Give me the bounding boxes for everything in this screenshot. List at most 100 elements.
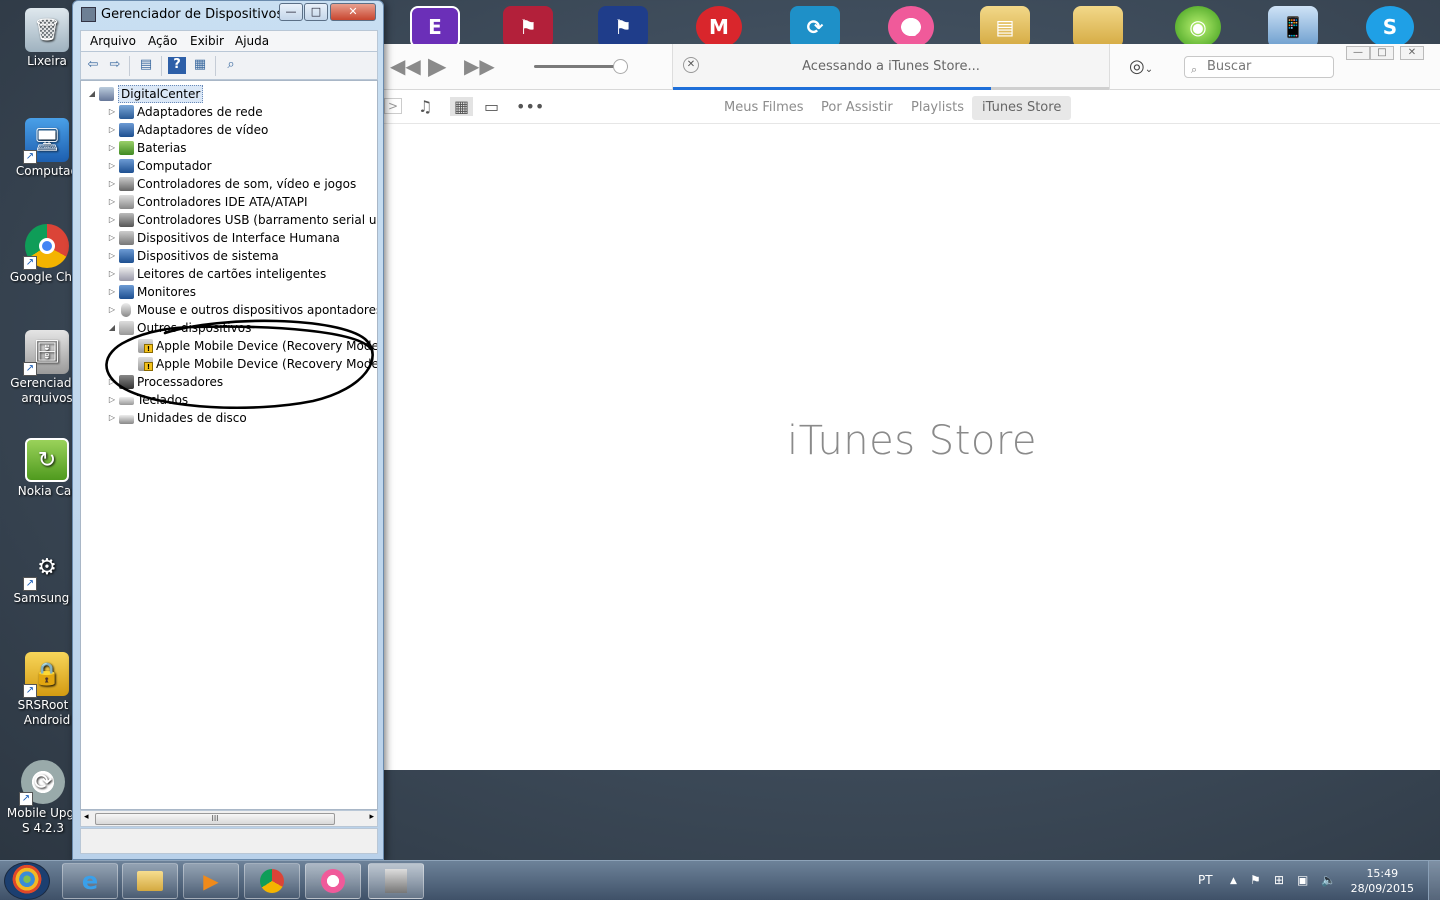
tree-item-label: Leitores de cartões inteligentes	[137, 267, 327, 281]
tab-itunes-store[interactable]: iTunes Store	[972, 96, 1072, 120]
help-icon[interactable]: ?	[168, 57, 186, 74]
start-button[interactable]	[4, 862, 50, 900]
expand-icon[interactable]: ▷	[107, 247, 117, 265]
warning-icon: !	[144, 344, 153, 353]
tab-por-assistir[interactable]: Por Assistir	[811, 96, 903, 120]
expand-icon[interactable]: ▷	[107, 157, 117, 175]
show-hidden-icons[interactable]: ▲	[1230, 876, 1237, 886]
expand-icon[interactable]: ▷	[107, 373, 117, 391]
monitor-icon	[119, 285, 134, 299]
phone-globe-icon[interactable]: 📱	[1268, 6, 1318, 48]
network-icon	[119, 105, 134, 119]
tree-item-label: Apple Mobile Device (Recovery Mode)	[156, 357, 378, 371]
tv-icon[interactable]: ▭	[484, 97, 499, 116]
scroll-left-icon[interactable]: ◂	[84, 812, 89, 822]
computer-icon: 🖥 ↗	[23, 118, 69, 164]
folder-icon[interactable]	[1073, 6, 1123, 48]
tree-item-label: Unidades de disco	[137, 411, 247, 425]
store-title: iTunes Store	[786, 418, 1038, 464]
minimize-button[interactable]: —	[1346, 46, 1370, 60]
expand-icon[interactable]: ▷	[107, 409, 117, 427]
device-manager-icon	[385, 869, 407, 893]
expand-icon[interactable]: ▷	[107, 265, 117, 283]
minimize-button[interactable]: —	[279, 3, 303, 21]
expand-icon[interactable]: ▷	[107, 283, 117, 301]
processor-icon	[119, 375, 134, 389]
more-icon[interactable]: •••	[516, 97, 544, 116]
flag-app-2-icon[interactable]: ⚑	[598, 6, 648, 48]
collapse-icon[interactable]: ◢	[107, 319, 117, 337]
back-icon[interactable]: >	[384, 98, 403, 114]
taskbar-device-manager[interactable]	[368, 863, 424, 899]
collapse-icon[interactable]: ◢	[87, 85, 97, 103]
horizontal-scrollbar[interactable]: ◂ III ▸	[80, 810, 378, 827]
taskbar-chrome[interactable]	[244, 863, 300, 899]
display-adapter-icon	[119, 123, 134, 137]
menu-acao[interactable]: Ação	[148, 34, 177, 48]
expand-icon[interactable]: ▷	[107, 103, 117, 121]
chrome-icon	[260, 869, 284, 893]
maximize-button[interactable]: □	[304, 3, 328, 21]
expand-icon[interactable]: ▷	[107, 121, 117, 139]
show-desktop-button[interactable]	[1428, 861, 1440, 900]
motorola-icon[interactable]: M	[696, 6, 742, 48]
desktop-icon-mobile-upgrade[interactable]: ⟳ ↗ Mobile Upgr S 4.2.3	[4, 760, 82, 836]
toolbar: ⇦ ⇨ ▤ ? ▦ ⌕	[80, 52, 378, 80]
expand-icon[interactable]: ▷	[107, 193, 117, 211]
menu-arquivo[interactable]: Arquivo	[90, 34, 136, 48]
maximize-button[interactable]: □	[1370, 46, 1394, 60]
scan-hardware-icon[interactable]: ⌕	[222, 57, 240, 74]
menu-ajuda[interactable]: Ajuda	[235, 34, 269, 48]
action-center-icon[interactable]: ⚑	[1250, 873, 1261, 887]
forward-arrow-icon[interactable]: ⇨	[106, 57, 124, 74]
expand-icon[interactable]: ▷	[107, 391, 117, 409]
clock[interactable]: 15:49 28/09/2015	[1351, 866, 1414, 896]
network-icon[interactable]: ▣	[1297, 873, 1308, 887]
expand-icon[interactable]: ▷	[107, 139, 117, 157]
itunes-window: ◀◀ ▶ ▶▶ ✕ Acessando a iTunes Store... ◎⌄…	[383, 44, 1440, 770]
expand-icon[interactable]: ▷	[107, 301, 117, 319]
expand-icon[interactable]: ▷	[107, 229, 117, 247]
skype-icon[interactable]: S	[1366, 6, 1414, 48]
tab-meus-filmes[interactable]: Meus Filmes	[714, 96, 814, 120]
smart-card-icon	[119, 267, 134, 281]
ide-controller-icon	[119, 195, 134, 209]
view-icon[interactable]: ▦	[191, 57, 209, 74]
close-button[interactable]: ✕	[1400, 46, 1424, 60]
movies-icon[interactable]: ▦	[450, 97, 474, 116]
language-indicator[interactable]: PT	[1198, 873, 1213, 887]
next-icon[interactable]: ▶▶	[464, 54, 495, 78]
menu-exibir[interactable]: Exibir	[190, 34, 224, 48]
volume-icon[interactable]: 🔈	[1321, 873, 1336, 887]
taskbar-explorer[interactable]	[122, 863, 178, 899]
scroll-right-icon[interactable]: ▸	[369, 812, 374, 822]
play-icon[interactable]: ▶	[428, 52, 446, 80]
expand-icon[interactable]: ▷	[107, 175, 117, 193]
scrollbar-thumb[interactable]: III	[95, 813, 335, 825]
windows-icon[interactable]: ⊞	[1274, 873, 1284, 887]
refresh-app-icon[interactable]: ⟳	[790, 6, 840, 48]
app-e-icon[interactable]: E	[410, 6, 460, 48]
taskbar-itunes[interactable]	[305, 863, 361, 899]
globe-icon[interactable]: ◉	[1175, 6, 1221, 48]
recycle-bin-icon: 🗑	[25, 8, 69, 52]
volume-knob[interactable]	[613, 59, 628, 74]
tree-item-label: Monitores	[137, 285, 196, 299]
folder-doc-icon[interactable]: ▤	[980, 6, 1030, 48]
taskbar-ie[interactable]: e	[62, 863, 118, 899]
properties-icon[interactable]: ▤	[137, 57, 155, 74]
itunes-icon[interactable]: ♫	[888, 6, 934, 48]
back-arrow-icon[interactable]: ⇦	[84, 57, 102, 74]
close-button[interactable]: ✕	[330, 3, 376, 21]
expand-icon[interactable]: ▷	[107, 211, 117, 229]
search-input[interactable]: ⌕ Buscar	[1184, 56, 1334, 78]
warning-icon: !	[144, 362, 153, 371]
tree-item-label: Teclados	[137, 393, 189, 407]
account-icon[interactable]: ◎⌄	[1129, 56, 1153, 77]
flag-app-icon[interactable]: ⚑	[503, 6, 553, 48]
previous-icon[interactable]: ◀◀	[390, 54, 421, 78]
taskbar-media-player[interactable]: ▶	[183, 863, 239, 899]
music-icon[interactable]: ♫	[418, 97, 432, 116]
device-manager-icon	[81, 7, 96, 22]
tab-playlists[interactable]: Playlists	[901, 96, 974, 120]
